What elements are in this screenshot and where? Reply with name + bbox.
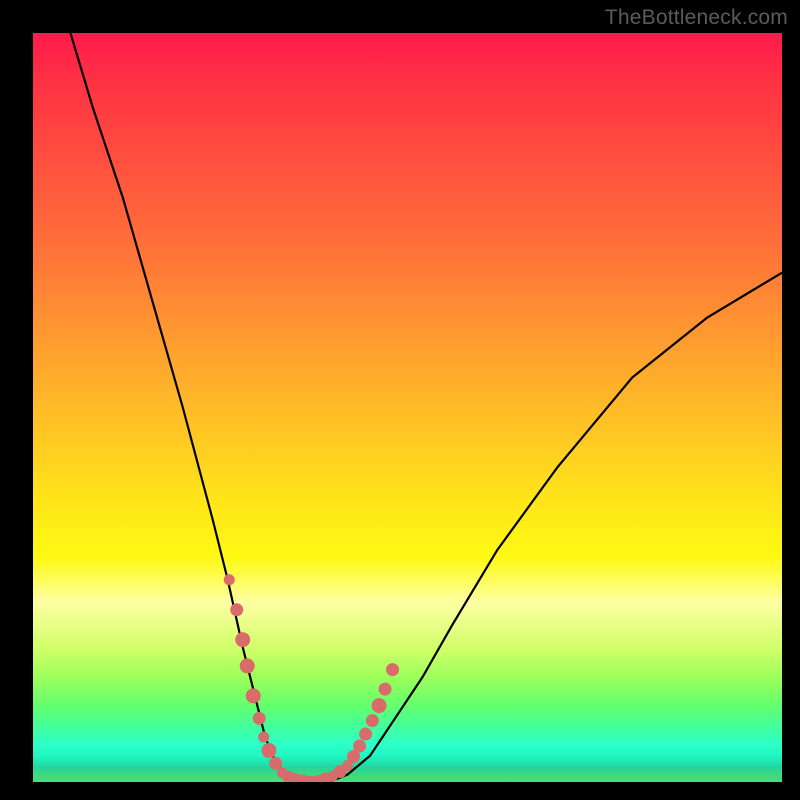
data-dot bbox=[240, 659, 254, 673]
data-dot bbox=[224, 575, 234, 585]
data-dot bbox=[270, 757, 282, 769]
data-dot bbox=[387, 664, 399, 676]
data-dot bbox=[366, 715, 378, 727]
data-dot bbox=[259, 732, 269, 742]
data-dot bbox=[354, 740, 366, 752]
data-dot bbox=[262, 744, 276, 758]
watermark-label: TheBottleneck.com bbox=[605, 6, 788, 30]
data-dot bbox=[348, 751, 360, 763]
data-dot bbox=[253, 712, 265, 724]
data-dot bbox=[360, 728, 372, 740]
chart-frame bbox=[33, 33, 782, 782]
data-dot bbox=[236, 633, 250, 647]
data-dot bbox=[246, 689, 260, 703]
curve-plot-svg bbox=[33, 33, 782, 782]
bottleneck-curve bbox=[70, 33, 782, 782]
data-dot bbox=[372, 699, 386, 713]
data-dot bbox=[231, 604, 243, 616]
data-dot bbox=[379, 683, 391, 695]
